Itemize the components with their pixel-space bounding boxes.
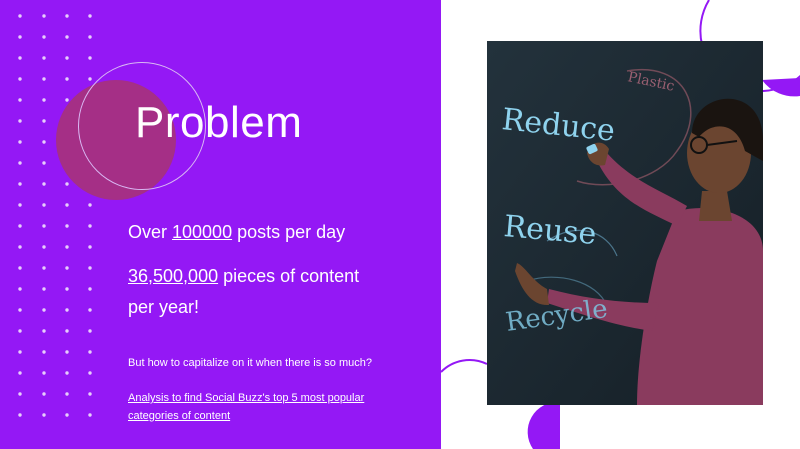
grid-dot bbox=[65, 14, 69, 18]
grid-dot bbox=[88, 245, 92, 249]
grid-dot bbox=[42, 35, 46, 39]
grid-dot bbox=[18, 56, 22, 60]
grid-dot bbox=[65, 56, 69, 60]
grid-dot bbox=[65, 371, 69, 375]
grid-dot bbox=[42, 77, 46, 81]
grid-dot bbox=[42, 56, 46, 60]
grid-dot bbox=[42, 182, 46, 186]
grid-dot bbox=[65, 413, 69, 417]
grid-dot bbox=[18, 371, 22, 375]
grid-dot bbox=[42, 308, 46, 312]
grid-dot bbox=[42, 98, 46, 102]
grid-dot bbox=[65, 182, 69, 186]
grid-dot bbox=[42, 119, 46, 123]
grid-dot bbox=[65, 350, 69, 354]
grid-dot bbox=[88, 350, 92, 354]
grid-dot bbox=[18, 329, 22, 333]
grid-dot bbox=[42, 245, 46, 249]
grid-dot bbox=[65, 308, 69, 312]
grid-dot bbox=[88, 203, 92, 207]
grid-dot bbox=[18, 161, 22, 165]
grid-dot bbox=[18, 119, 22, 123]
grid-dot bbox=[65, 98, 69, 102]
grid-dot bbox=[88, 224, 92, 228]
chalkboard-illustration: Reduce Reuse Recycle Plastic bbox=[487, 41, 763, 405]
grid-dot bbox=[42, 14, 46, 18]
grid-dot bbox=[18, 77, 22, 81]
grid-dot bbox=[88, 287, 92, 291]
left-panel: Problem Over 100000 posts per day 36,500… bbox=[0, 0, 441, 449]
photo-chalkboard: Reduce Reuse Recycle Plastic bbox=[487, 41, 763, 405]
grid-dot bbox=[65, 35, 69, 39]
posts-number: 100000 bbox=[172, 222, 233, 242]
grid-dot bbox=[42, 140, 46, 144]
grid-dot bbox=[18, 14, 22, 18]
grid-dot bbox=[65, 287, 69, 291]
grid-dot bbox=[88, 77, 92, 81]
grid-dot bbox=[65, 224, 69, 228]
grid-dot bbox=[42, 413, 46, 417]
grid-dot bbox=[88, 14, 92, 18]
grid-dot bbox=[18, 350, 22, 354]
stat-suffix: pieces of content bbox=[218, 266, 360, 286]
grid-dot bbox=[18, 224, 22, 228]
grid-dot bbox=[18, 245, 22, 249]
grid-dot bbox=[18, 203, 22, 207]
grid-dot bbox=[18, 35, 22, 39]
content-per-year-stat: 36,500,000 pieces of content per year! bbox=[128, 262, 359, 321]
slide-title: Problem bbox=[135, 98, 303, 147]
pieces-number: 36,500,000 bbox=[128, 266, 219, 286]
grid-dot bbox=[18, 308, 22, 312]
analysis-link-line2[interactable]: categories of content bbox=[128, 408, 364, 424]
grid-dot bbox=[65, 203, 69, 207]
grid-dot bbox=[18, 182, 22, 186]
grid-dot bbox=[65, 266, 69, 270]
stat-line2: per year! bbox=[128, 297, 200, 317]
grid-dot bbox=[88, 413, 92, 417]
grid-dot bbox=[65, 245, 69, 249]
grid-dot bbox=[18, 287, 22, 291]
grid-dot bbox=[88, 329, 92, 333]
grid-dot bbox=[42, 371, 46, 375]
question-text: But how to capitalize on it when there i… bbox=[128, 357, 372, 369]
grid-dot bbox=[18, 413, 22, 417]
slide: Problem Over 100000 posts per day 36,500… bbox=[0, 0, 800, 449]
grid-dot bbox=[42, 203, 46, 207]
grid-dot bbox=[42, 392, 46, 396]
analysis-link-line1[interactable]: Analysis to find Social Buzz's top 5 mos… bbox=[128, 390, 364, 406]
grid-dot bbox=[88, 308, 92, 312]
grid-dot bbox=[65, 329, 69, 333]
grid-dot bbox=[42, 329, 46, 333]
stat-prefix: Over bbox=[128, 222, 173, 242]
grid-dot bbox=[88, 35, 92, 39]
grid-dot bbox=[65, 77, 69, 81]
grid-dot bbox=[18, 98, 22, 102]
grid-dot bbox=[42, 224, 46, 228]
analysis-link[interactable]: Analysis to find Social Buzz's top 5 mos… bbox=[128, 390, 364, 424]
grid-dot bbox=[18, 392, 22, 396]
grid-dot bbox=[88, 266, 92, 270]
stat-suffix: posts per day bbox=[232, 222, 346, 242]
grid-dot bbox=[88, 392, 92, 396]
grid-dot bbox=[18, 140, 22, 144]
grid-dot bbox=[18, 266, 22, 270]
grid-dot bbox=[42, 287, 46, 291]
grid-dot bbox=[65, 392, 69, 396]
posts-per-day-stat: Over 100000 posts per day bbox=[128, 218, 345, 246]
grid-dot bbox=[42, 350, 46, 354]
grid-dot bbox=[42, 161, 46, 165]
grid-dot bbox=[42, 266, 46, 270]
grid-dot bbox=[88, 371, 92, 375]
grid-dot bbox=[88, 56, 92, 60]
